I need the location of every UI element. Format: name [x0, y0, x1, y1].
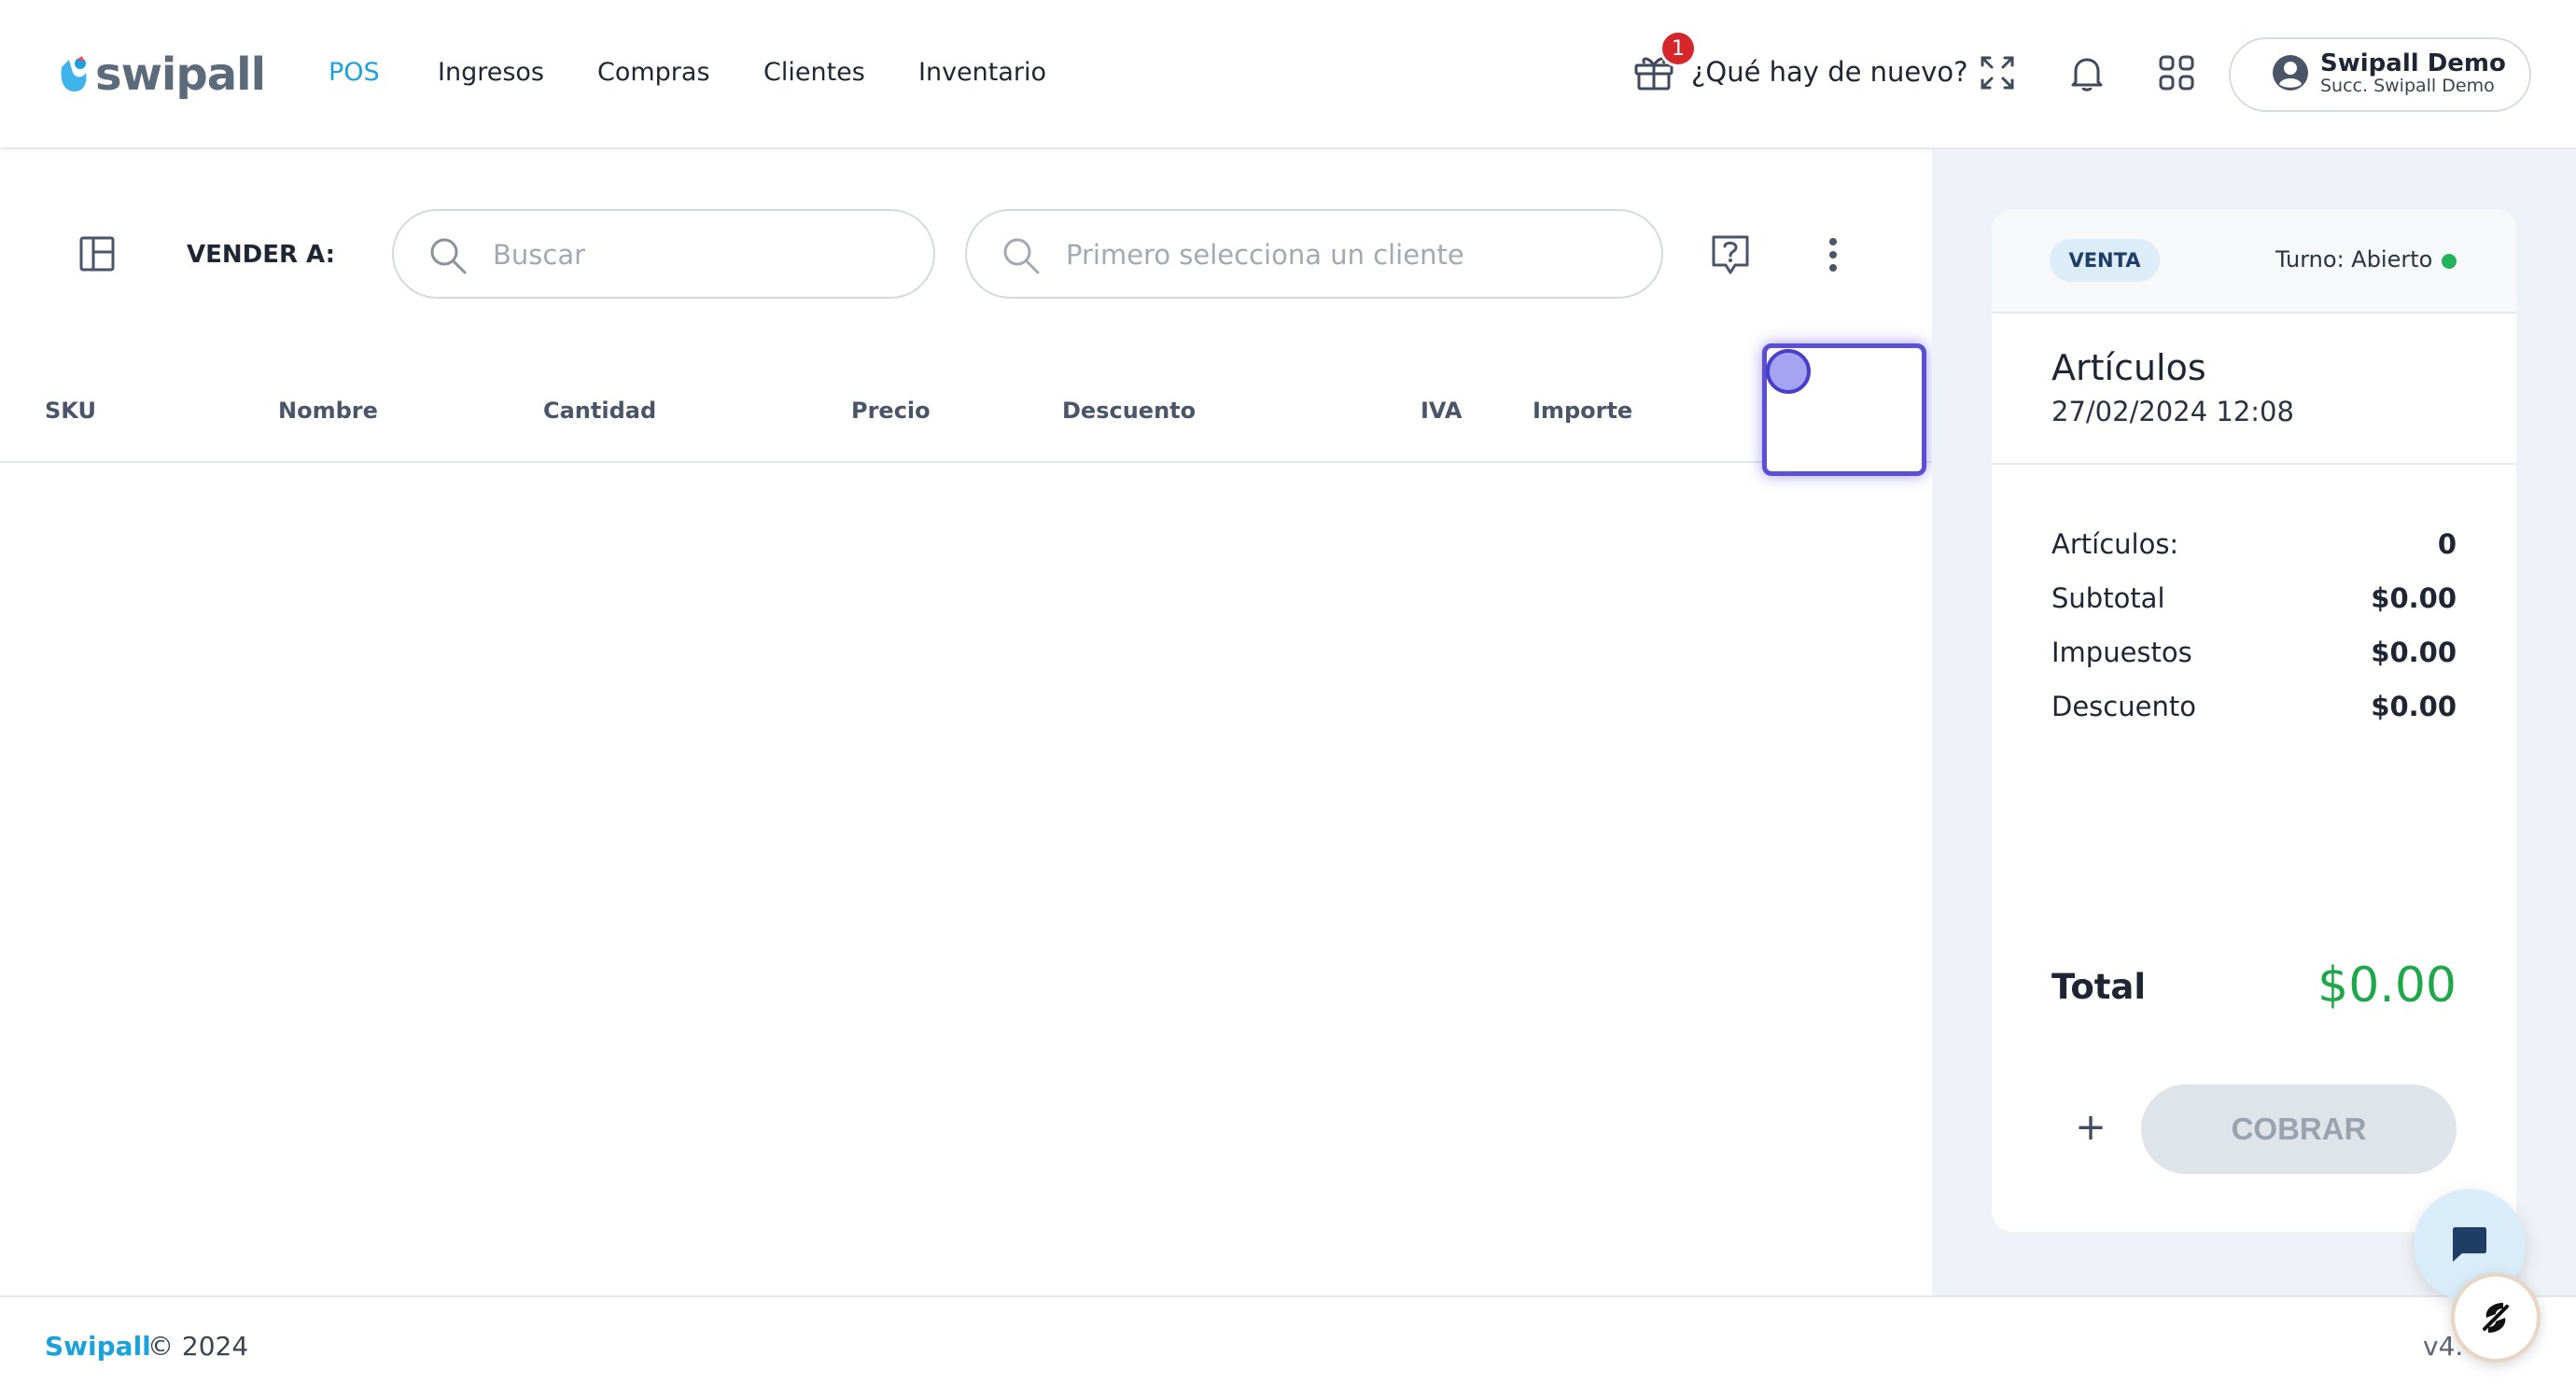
search-icon	[1003, 238, 1040, 274]
more-vertical-icon[interactable]	[1820, 235, 1846, 274]
add-option-button[interactable]: +	[2068, 1105, 2113, 1150]
sell-to-label: VENDER A:	[187, 241, 336, 269]
items-title: Artículos	[2051, 347, 2206, 388]
footer-copyright: © 2024	[147, 1331, 249, 1362]
user-branch: Succ. Swipall Demo	[2320, 76, 2495, 96]
shift-status: Turno: Abierto	[2275, 246, 2433, 273]
col-nombre: Nombre	[278, 398, 378, 424]
footer-brand-link[interactable]: Swipall	[45, 1331, 151, 1362]
product-search-box[interactable]	[392, 209, 935, 299]
search-icon	[430, 238, 467, 274]
discount-value: $0.00	[2371, 691, 2457, 722]
items-count-label: Artículos:	[2051, 528, 2179, 560]
col-sku: SKU	[45, 398, 96, 424]
items-count-value: 0	[2437, 528, 2457, 560]
nav-inventario[interactable]: Inventario	[918, 58, 1046, 87]
card-divider	[1992, 463, 2516, 465]
click-indicator	[1766, 349, 1811, 394]
col-descuento: Descuento	[1062, 398, 1197, 424]
subtotal-label: Subtotal	[2051, 582, 2165, 614]
assistant-fab[interactable]	[2451, 1273, 2541, 1363]
swipall-logo[interactable]: swipall	[58, 47, 266, 103]
chat-bubble-icon	[2453, 1227, 2486, 1262]
col-cantidad: Cantidad	[543, 398, 657, 424]
cart-items-area	[0, 463, 1932, 1295]
nav-ingresos[interactable]: Ingresos	[438, 58, 544, 87]
product-search-input[interactable]	[491, 231, 869, 278]
total-value: $0.00	[2317, 958, 2457, 1014]
layout-toggle-icon[interactable]	[78, 235, 116, 273]
help-question-icon[interactable]	[1710, 233, 1751, 276]
sale-datetime: 27/02/2024 12:08	[2051, 396, 2294, 427]
bell-icon[interactable]	[2066, 52, 2107, 93]
logo-mark-icon	[61, 56, 87, 91]
logo-wordmark: swipall	[95, 49, 266, 101]
nav-compras[interactable]: Compras	[597, 58, 710, 87]
footer	[0, 1295, 2576, 1398]
whats-new-link[interactable]: ¿Qué hay de nuevo?	[1691, 56, 1968, 88]
user-name: Swipall Demo	[2320, 49, 2506, 77]
client-search-input[interactable]	[1064, 231, 1550, 278]
fullscreen-icon[interactable]	[1977, 52, 2018, 93]
charge-button[interactable]: COBRAR	[2141, 1084, 2457, 1174]
total-label: Total	[2051, 967, 2147, 1007]
taxes-label: Impuestos	[2051, 636, 2192, 668]
client-search-box[interactable]	[965, 209, 1663, 299]
sale-type-badge: VENTA	[2050, 239, 2160, 282]
assistant-logo-icon	[2483, 1303, 2509, 1333]
col-precio: Precio	[851, 398, 931, 424]
discount-label: Descuento	[2051, 691, 2196, 722]
col-iva: IVA	[1421, 398, 1463, 424]
subtotal-value: $0.00	[2371, 582, 2457, 614]
taxes-value: $0.00	[2371, 636, 2457, 668]
col-importe: Importe	[1533, 398, 1633, 424]
nav-pos[interactable]: POS	[329, 58, 380, 87]
shift-status-dot	[2442, 254, 2457, 269]
nav-clientes[interactable]: Clientes	[763, 58, 865, 87]
user-avatar-icon	[2273, 55, 2308, 91]
apps-grid-icon[interactable]	[2156, 52, 2197, 93]
